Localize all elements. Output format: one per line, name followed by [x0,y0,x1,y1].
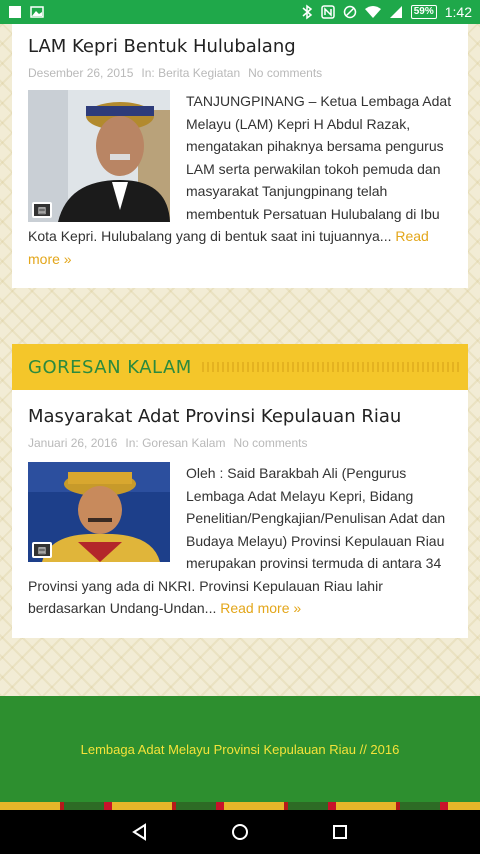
clock: 1:42 [444,4,472,20]
section-header-label[interactable]: GORESAN KALAM [28,357,192,378]
status-bar-left [8,5,44,19]
post-meta: Januari 26, 2016 In: Goresan Kalam No co… [28,436,308,450]
post-date: Desember 26, 2015 [28,66,134,80]
image-icon [30,5,44,19]
home-icon [232,824,248,840]
post-excerpt: Oleh : Said Barakbah Ali (Pengurus Lemba… [28,462,452,620]
read-more-link[interactable]: Read more » [220,600,301,616]
post-title[interactable]: LAM Kepri Bentuk Hulubalang [28,36,296,57]
footer: Lembaga Adat Melayu Provinsi Kepulauan R… [0,696,480,802]
section-divider [201,362,460,372]
post-card: LAM Kepri Bentuk Hulubalang Desember 26,… [12,24,468,288]
recents-icon [333,825,347,839]
recents-button[interactable] [320,812,360,852]
signal-icon [389,5,403,19]
notification-square-icon [8,5,22,19]
back-icon [132,823,146,841]
home-button[interactable] [220,812,260,852]
nfc-icon [320,5,335,19]
post-title[interactable]: Masyarakat Adat Provinsi Kepulauan Riau [28,406,401,427]
footer-decorative-strip [0,802,480,810]
post-meta: Desember 26, 2015 In: Berita Kegiatan No… [28,66,322,80]
post-category[interactable]: In: Berita Kegiatan [141,66,240,80]
post-category[interactable]: In: Goresan Kalam [125,436,225,450]
post-date: Januari 26, 2016 [28,436,118,450]
footer-text: Lembaga Adat Melayu Provinsi Kepulauan R… [80,741,400,757]
battery-icon: 59% [410,5,437,19]
wifi-icon [364,5,381,19]
do-not-disturb-icon [343,5,357,19]
back-button[interactable] [120,812,160,852]
post-card: Masyarakat Adat Provinsi Kepulauan Riau … [12,390,468,638]
section-header: GORESAN KALAM [12,344,468,390]
bluetooth-icon [301,4,313,20]
post-comments[interactable]: No comments [233,436,307,450]
status-bar-right: 59% 1:42 [301,4,472,20]
post-excerpt: TANJUNGPINANG – Ketua Lembaga Adat Melay… [28,90,452,270]
post-comments[interactable]: No comments [248,66,322,80]
status-bar: 59% 1:42 [0,0,480,24]
navigation-bar [0,810,480,854]
